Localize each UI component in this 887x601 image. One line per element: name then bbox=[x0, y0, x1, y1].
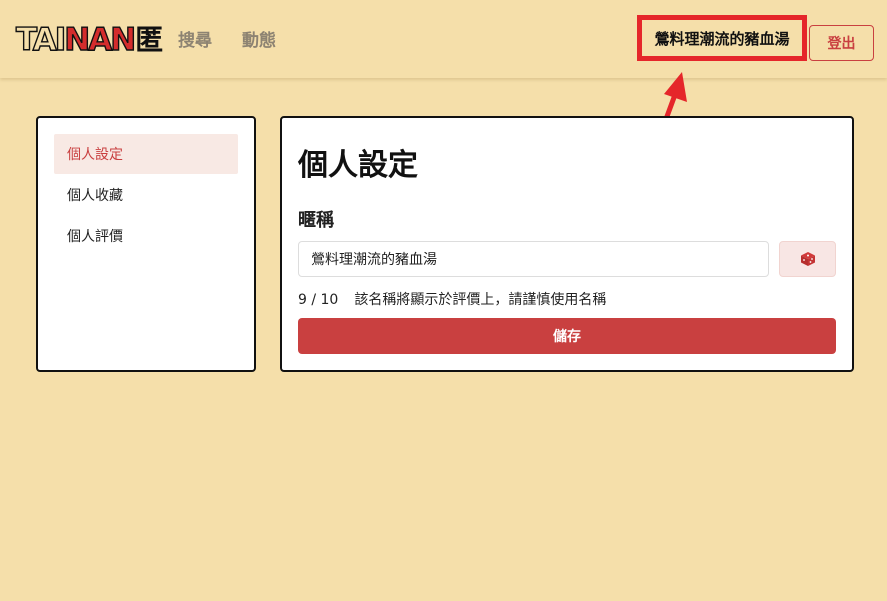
nickname-helper: 9 / 10 該名稱將顯示於評價上，請謹慎使用名稱 bbox=[298, 289, 606, 309]
settings-sidebar: 個人設定 個人收藏 個人評價 bbox=[36, 116, 256, 372]
nickname-input[interactable] bbox=[298, 241, 769, 277]
save-button[interactable]: 儲存 bbox=[298, 318, 836, 354]
logo-text: TAINAN bbox=[15, 22, 137, 58]
helper-text: 該名稱將顯示於評價上，請謹慎使用名稱 bbox=[354, 292, 607, 308]
dice-icon bbox=[800, 252, 815, 266]
user-name-display[interactable]: 鶯料理潮流的豬血湯 bbox=[637, 15, 807, 61]
random-nickname-button[interactable] bbox=[779, 241, 836, 277]
logout-button[interactable]: 登出 bbox=[809, 25, 874, 61]
nav-feed-link[interactable]: 動態 bbox=[242, 26, 276, 51]
sidebar-item-personal-settings[interactable]: 個人設定 bbox=[54, 134, 238, 174]
nav-search-link[interactable]: 搜尋 bbox=[178, 26, 212, 51]
sidebar-item-reviews[interactable]: 個人評價 bbox=[54, 216, 238, 256]
top-navbar: TAINAN 匿 搜尋 動態 鶯料理潮流的豬血湯 登出 bbox=[0, 0, 887, 78]
page-title: 個人設定 bbox=[298, 148, 418, 183]
logo[interactable]: TAINAN 匿 bbox=[15, 22, 164, 58]
user-name-text: 鶯料理潮流的豬血湯 bbox=[654, 29, 790, 48]
nickname-label: 暱稱 bbox=[298, 210, 334, 231]
settings-panel: 個人設定 暱稱 9 / 10 該名稱將顯示於評價上，請謹慎使用名稱 儲存 bbox=[280, 116, 854, 372]
sidebar-item-favorites[interactable]: 個人收藏 bbox=[54, 175, 238, 215]
logo-kanji: 匿 bbox=[135, 23, 164, 56]
char-count: 9 / 10 bbox=[298, 292, 339, 308]
